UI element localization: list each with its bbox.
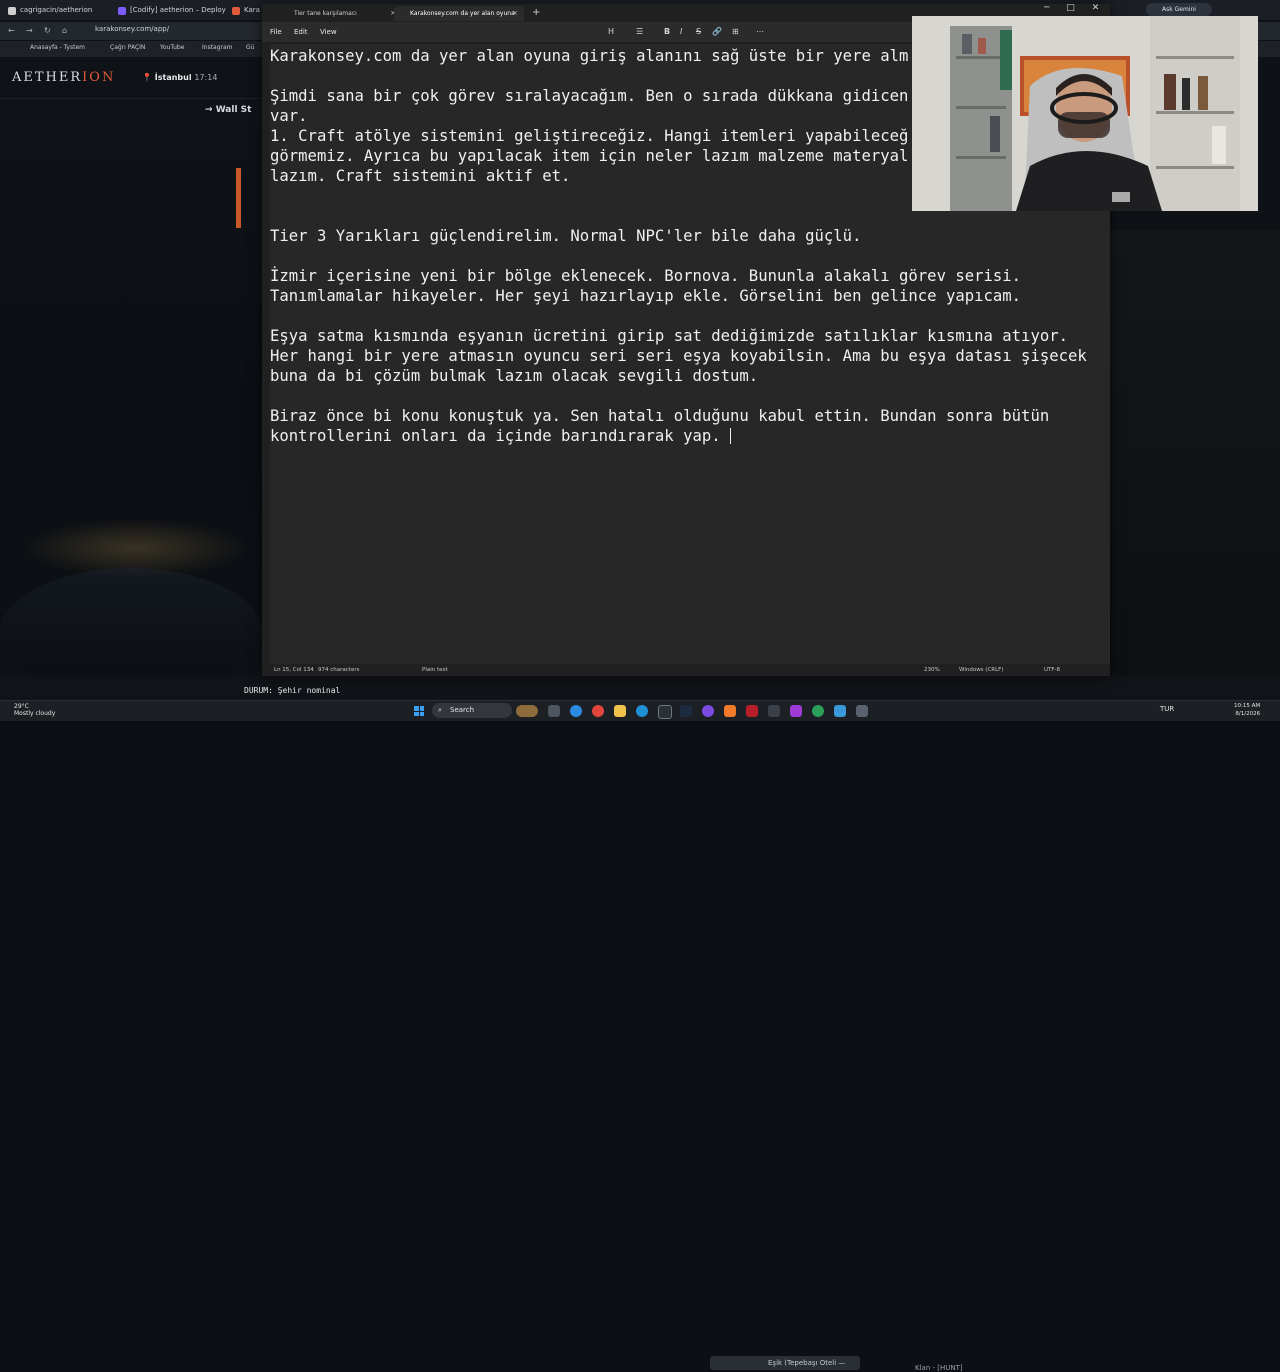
bookmark-item[interactable]: Gü	[246, 44, 254, 51]
bold-button[interactable]: B	[664, 27, 670, 36]
editor-line: İzmir içerisine yeni bir bölge eklenecek…	[270, 267, 1022, 285]
background-panel	[1108, 230, 1280, 700]
editor-line: Karakonsey.com da yer alan oyuna giriş a…	[270, 47, 909, 65]
editor-line: Biraz önce bi konu konuştuk ya. Sen hata…	[270, 407, 1050, 425]
format-label[interactable]: Plain text	[422, 667, 448, 673]
app-icon[interactable]	[812, 705, 824, 717]
menu-file[interactable]: File	[270, 28, 282, 36]
tray-language[interactable]: TUR	[1160, 705, 1174, 713]
news-ticker: → Wall St	[205, 105, 252, 115]
reload-icon[interactable]: ↻	[44, 26, 51, 35]
vscode-icon[interactable]	[790, 705, 802, 717]
notepad-icon[interactable]	[834, 705, 846, 717]
browser-tab[interactable]: cagrigacin/aetherion	[4, 3, 120, 18]
editor-line: Şimdi sana bir çok görev sıralayacağım. …	[270, 87, 909, 105]
notepad-tab[interactable]: Tier tane karşılamacı ×	[266, 6, 402, 21]
bookmark-item[interactable]: Anasayfa - Tystem	[30, 44, 85, 51]
bookmark-item[interactable]: Instagram	[202, 44, 233, 51]
clan-label: Klan - [HUNT]	[915, 1364, 963, 1372]
link-icon[interactable]: 🔗	[712, 27, 722, 36]
discord-icon[interactable]	[702, 705, 714, 717]
search-icon: ⌕	[438, 706, 442, 714]
cursor-position: Ln 15, Col 134	[274, 667, 314, 673]
widget-icon[interactable]	[516, 705, 538, 717]
heading-button[interactable]: H	[608, 27, 614, 36]
editor-line: kontrollerini onları da içinde barındıra…	[270, 427, 731, 445]
site-location: 📍 İstanbul 17:14	[142, 73, 218, 82]
back-icon[interactable]: ←	[8, 26, 15, 35]
editor-line: buna da bi çözüm bulmak lazım olacak sev…	[270, 367, 759, 385]
new-tab-button[interactable]: +	[532, 7, 540, 18]
app-icon[interactable]	[746, 705, 758, 717]
encoding[interactable]: UTF-8	[1044, 667, 1060, 673]
close-icon[interactable]: ✕	[1092, 3, 1100, 13]
bookmark-item[interactable]: YouTube	[160, 44, 184, 51]
site-status-strip: Eşik (Tepebaşı Oteli — Klan - [HUNT]	[0, 676, 1280, 1372]
notepad-statusbar: Ln 15, Col 134 974 characters Plain text…	[262, 664, 1110, 676]
list-button[interactable]: ☰	[636, 27, 643, 36]
home-icon[interactable]: ⌂	[62, 26, 67, 35]
webcam-overlay	[912, 16, 1258, 211]
github-icon	[8, 7, 16, 15]
minimize-icon[interactable]: ─	[1044, 3, 1049, 13]
site-favicon-icon	[232, 7, 240, 15]
browser-tab[interactable]: [Codify] aetherion – Deploy	[114, 3, 240, 18]
window-controls: ─ □ ✕	[1044, 3, 1113, 13]
editor-line: Tier 3 Yarıkları güçlendirelim. Normal N…	[270, 227, 862, 245]
zoom-level[interactable]: 230%	[924, 667, 940, 673]
flag-decor	[236, 168, 241, 228]
menu-view[interactable]: View	[320, 28, 337, 36]
file-explorer-icon[interactable]	[614, 705, 626, 717]
taskbar-search[interactable]: ⌕ Search	[432, 703, 512, 718]
editor-line: var.	[270, 107, 308, 125]
maximize-icon[interactable]: □	[1066, 3, 1075, 13]
strikethrough-button[interactable]: S	[696, 27, 701, 36]
editor-line: Eşya satma kısmında eşyanın ücretini gir…	[270, 327, 1068, 345]
status-line: DURUM: Şehir nominal	[244, 686, 341, 695]
notepad-tab-active[interactable]: Karakonsey.com da yer alan oyuna ×	[394, 6, 524, 21]
bookmark-item[interactable]: Çağrı PAÇIN	[110, 44, 145, 51]
edge-icon[interactable]	[570, 705, 582, 717]
italic-button[interactable]: I	[680, 27, 682, 36]
character-count: 974 characters	[318, 667, 360, 673]
taskbar: 29°C Mostly cloudy ⌕ Search TUR 10:15 AM …	[0, 700, 1280, 721]
steam-icon[interactable]	[680, 705, 692, 717]
text-caret	[730, 428, 732, 444]
line-ending[interactable]: Windows (CRLF)	[959, 667, 1003, 673]
app-icon[interactable]	[768, 705, 780, 717]
more-icon[interactable]: ⋯	[756, 27, 764, 36]
menu-edit[interactable]: Edit	[294, 28, 308, 36]
webcam-feed	[912, 16, 1258, 211]
editor-line: 1. Craft atölye sistemini geliştireceğiz…	[270, 127, 909, 145]
site-logo[interactable]: AETHERION	[12, 70, 115, 85]
terminal-icon[interactable]	[658, 705, 672, 719]
editor-line: görmemiz. Ayrıca bu yapılacak item için …	[270, 147, 909, 165]
close-tab-icon[interactable]: ×	[512, 6, 518, 21]
location-chip[interactable]: Eşik (Tepebaşı Oteli —	[710, 1356, 860, 1370]
skype-icon[interactable]	[636, 705, 648, 717]
editor-line: Tanımlamalar hikayeler. Her şeyi hazırla…	[270, 287, 1022, 305]
url-input[interactable]: karakonsey.com/app/	[95, 25, 169, 33]
forward-icon[interactable]: →	[26, 26, 33, 35]
task-view-icon[interactable]	[548, 705, 560, 717]
taskbar-clock[interactable]: 10:15 AM 8/1/2026	[1234, 702, 1260, 718]
calculator-icon[interactable]	[856, 705, 868, 717]
app-icon[interactable]	[724, 705, 736, 717]
site-header: AETHERION 📍 İstanbul 17:14	[0, 58, 262, 99]
chrome-icon[interactable]	[592, 705, 604, 717]
codify-icon	[118, 7, 126, 15]
website-content: AETHERION 📍 İstanbul 17:14 → Wall St	[0, 58, 262, 700]
windows-start-icon[interactable]	[414, 706, 424, 716]
weather-widget[interactable]: 29°C Mostly cloudy	[14, 703, 55, 717]
ask-gemini-button[interactable]: Ask Gemini	[1146, 3, 1212, 16]
table-icon[interactable]: ⊞	[732, 27, 739, 36]
editor-line: lazım. Craft sistemini aktif et.	[270, 167, 571, 185]
editor-line: Her hangi bir yere atmasın oyuncu seri s…	[270, 347, 1087, 365]
